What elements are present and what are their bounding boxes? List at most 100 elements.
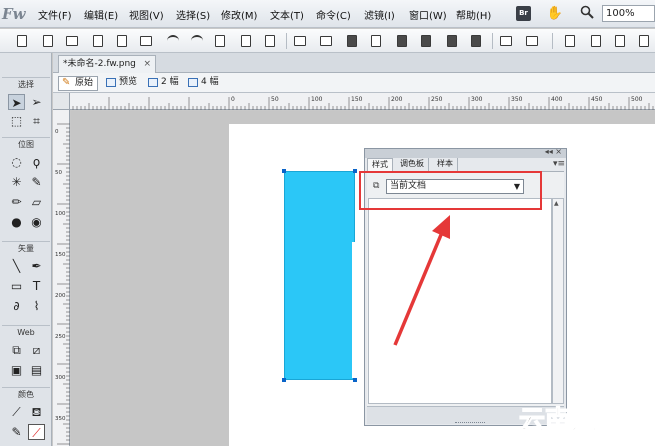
zoom-level-select[interactable]: 100% — [602, 5, 655, 22]
selection-handle[interactable] — [353, 169, 357, 173]
send-backward-icon[interactable] — [444, 33, 460, 49]
menu-modify[interactable]: 修改(M) — [221, 7, 257, 22]
panel-header[interactable]: ◂◂ × — [365, 147, 566, 158]
ruler-label: 300 — [471, 96, 483, 103]
ruler-label: 500 — [631, 96, 643, 103]
two-up-icon — [148, 78, 158, 87]
flip-vertical-icon[interactable] — [636, 33, 652, 49]
print-icon[interactable] — [138, 33, 154, 49]
menu-help[interactable]: 帮助(H) — [456, 7, 491, 22]
menu-view[interactable]: 视图(V) — [129, 7, 164, 22]
new-document-icon[interactable] — [40, 33, 56, 49]
export-icon[interactable] — [114, 33, 130, 49]
new-file-icon[interactable] — [14, 33, 30, 49]
scroll-up-icon[interactable]: ▲ — [554, 200, 559, 207]
zoom-icon[interactable] — [578, 5, 596, 23]
menu-commands[interactable]: 命令(C) — [316, 7, 351, 22]
hide-slices-icon[interactable]: ▣ — [8, 362, 25, 378]
pencil-icon: ✎ — [62, 77, 71, 88]
rotate-right-icon[interactable] — [588, 33, 604, 49]
line-tool-icon[interactable]: ╲ — [8, 258, 25, 274]
bridge-button[interactable]: Br — [516, 6, 531, 21]
marquee-tool-icon[interactable]: ◌ — [8, 154, 25, 170]
tab-samples[interactable]: 样本 — [433, 158, 458, 171]
ruler-label: 100 — [55, 211, 66, 217]
paste-icon[interactable] — [262, 33, 278, 49]
ruler-label: 50 — [55, 170, 62, 176]
tab-styles[interactable]: 样式 — [367, 158, 393, 171]
split-icon[interactable] — [368, 33, 384, 49]
menu-window[interactable]: 窗口(W) — [409, 7, 447, 22]
ruler-label: 400 — [551, 96, 563, 103]
lasso-tool-icon[interactable]: ϙ — [28, 154, 45, 170]
rectangle-tool-icon[interactable]: ▭ — [8, 278, 25, 294]
slice-tool-icon[interactable]: ⧄ — [28, 342, 45, 358]
redo-icon[interactable] — [188, 33, 204, 49]
hotspot-tool-icon[interactable]: ⧉ — [8, 342, 25, 358]
blue-rectangle-shape[interactable] — [284, 171, 355, 380]
menu-filters[interactable]: 滤镜(I) — [364, 7, 395, 22]
close-icon[interactable]: × — [143, 56, 151, 72]
eyedropper-tool-icon[interactable]: ⟋ — [8, 404, 25, 420]
send-back-icon[interactable] — [468, 33, 484, 49]
rubber-stamp-tool-icon[interactable]: ◉ — [28, 214, 45, 230]
menu-select[interactable]: 选择(S) — [176, 7, 210, 22]
text-tool-icon[interactable]: T — [28, 278, 45, 294]
cut-icon[interactable] — [212, 33, 228, 49]
pointer-tool-icon[interactable]: ➤ — [8, 94, 25, 110]
watermark-logo: 云南龙网 — [518, 405, 623, 436]
ruler-label: 350 — [511, 96, 523, 103]
eraser-tool-icon[interactable]: ▱ — [28, 194, 45, 210]
document-tab[interactable]: *未命名-2.fw.png × — [58, 55, 156, 73]
align-icon[interactable] — [498, 33, 514, 49]
bring-forward-icon[interactable] — [418, 33, 434, 49]
ruler-label: 450 — [591, 96, 603, 103]
import-icon[interactable] — [90, 33, 106, 49]
menu-edit[interactable]: 编辑(E) — [84, 7, 118, 22]
brush-tool-icon[interactable]: ✎ — [28, 174, 45, 190]
freeform-tool-icon[interactable]: ∂ — [8, 298, 25, 314]
scale-tool-icon[interactable]: ⬚ — [8, 113, 25, 129]
tools-panel: 选择 ➤ ➢ ⬚ ⌗ 位图 ◌ ϙ ✳ ✎ ✏ ▱ ● ◉ 矢量 ╲ ✒ ▭ T… — [0, 53, 52, 446]
styles-scrollbar[interactable]: ▲ — [552, 198, 564, 404]
view-original-button[interactable]: ✎ 原始 — [58, 76, 99, 91]
menu-file[interactable]: 文件(F) — [38, 7, 72, 22]
tab-swatches[interactable]: 调色板 — [396, 158, 429, 171]
watermark-text: 云南龙网 — [519, 406, 623, 436]
view-4up-button[interactable]: 4 幅 — [185, 76, 223, 91]
collapse-close-icon[interactable]: ◂◂ × — [545, 147, 562, 156]
view-preview-button[interactable]: 预览 — [103, 76, 141, 91]
view-2up-button[interactable]: 2 幅 — [145, 76, 183, 91]
distribute-icon[interactable] — [524, 33, 540, 49]
undo-icon[interactable] — [164, 33, 180, 49]
ungroup-icon[interactable] — [318, 33, 334, 49]
ruler-label: 200 — [55, 293, 66, 299]
flip-horizontal-icon[interactable] — [612, 33, 628, 49]
blur-tool-icon[interactable]: ● — [8, 214, 25, 230]
hand-icon[interactable]: ✋ — [546, 5, 564, 23]
image-icon — [106, 78, 116, 87]
bring-front-icon[interactable] — [394, 33, 410, 49]
paint-bucket-tool-icon[interactable]: ⛾ — [28, 404, 45, 420]
group-icon[interactable] — [292, 33, 308, 49]
show-slices-icon[interactable]: ▤ — [28, 362, 45, 378]
crop-tool-icon[interactable]: ⌗ — [28, 113, 45, 129]
pen-tool-icon[interactable]: ✒ — [28, 258, 45, 274]
copy-icon[interactable] — [238, 33, 254, 49]
join-icon[interactable] — [344, 33, 360, 49]
panel-resize-grip[interactable] — [455, 422, 485, 425]
fill-color-icon[interactable]: ⟋ — [28, 424, 45, 440]
selection-handle[interactable] — [282, 169, 286, 173]
open-icon[interactable] — [64, 33, 80, 49]
panel-menu-icon[interactable]: ▾≡ — [553, 159, 565, 169]
subselect-tool-icon[interactable]: ➢ — [28, 94, 45, 110]
knife-tool-icon[interactable]: ⌇ — [28, 298, 45, 314]
selection-handle[interactable] — [282, 378, 286, 382]
magic-wand-tool-icon[interactable]: ✳ — [8, 174, 25, 190]
ruler-label: 100 — [311, 96, 323, 103]
selection-handle[interactable] — [353, 378, 357, 382]
menu-text[interactable]: 文本(T) — [270, 7, 304, 22]
pencil-tool-icon[interactable]: ✏ — [8, 194, 25, 210]
rotate-left-icon[interactable] — [562, 33, 578, 49]
stroke-color-icon[interactable]: ✎ — [8, 424, 25, 440]
